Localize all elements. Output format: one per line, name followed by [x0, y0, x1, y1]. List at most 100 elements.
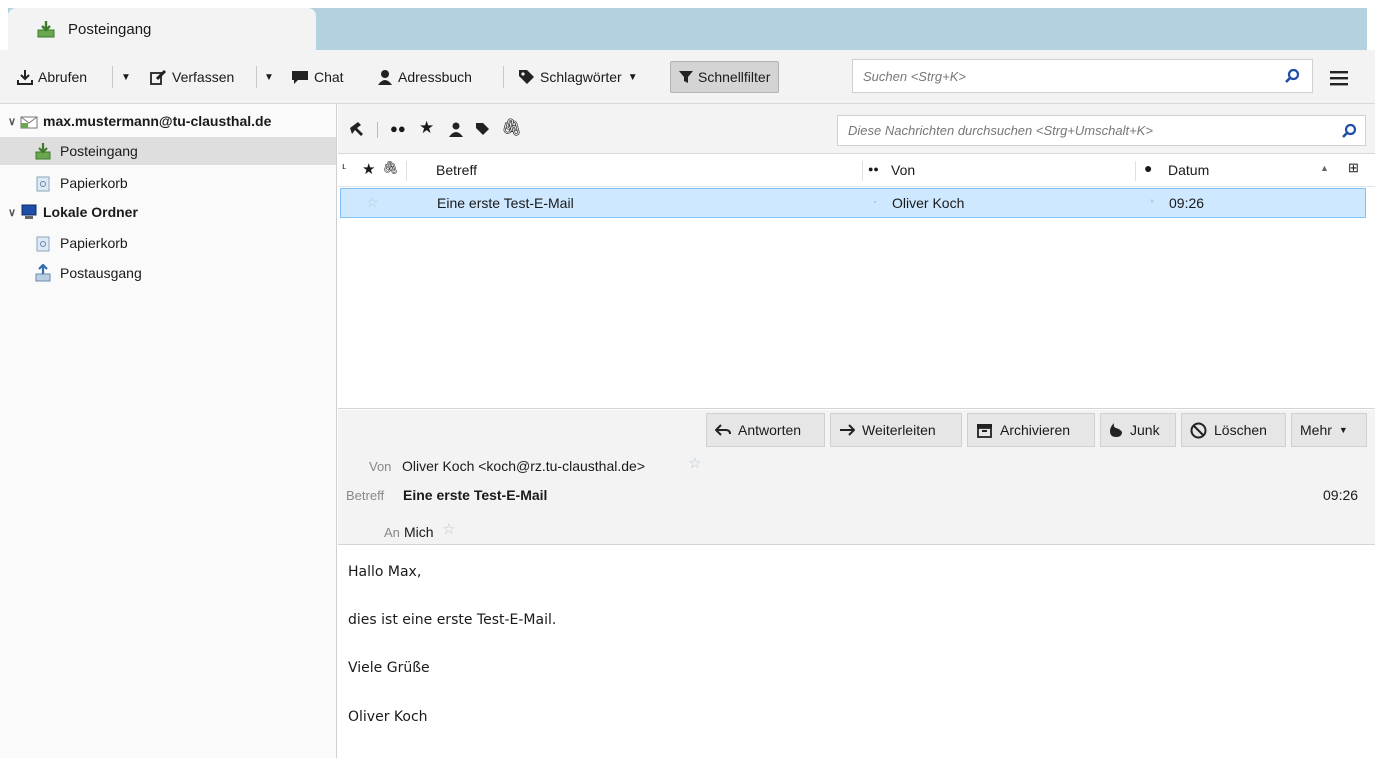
tab-label: Posteingang	[68, 20, 152, 38]
folder-local[interactable]: ∨ Lokale Ordner	[6, 198, 336, 226]
tab-inbox[interactable]: Posteingang	[8, 8, 316, 50]
more-button[interactable]: Mehr ▼	[1291, 413, 1367, 447]
folder-label: Papierkorb	[60, 235, 128, 251]
pencil-note-icon	[150, 69, 167, 85]
filter-divider	[377, 122, 378, 138]
chat-button[interactable]: Chat	[291, 63, 344, 91]
body-line: dies ist eine erste Test-E-Mail.	[348, 612, 557, 628]
forward-arrow-icon	[840, 424, 855, 436]
attachment-column-icon[interactable]: 🖇	[382, 160, 399, 176]
reply-label: Antworten	[738, 422, 802, 438]
folder-account[interactable]: ∨ max.mustermann@tu-clausthal.de	[6, 107, 336, 135]
quick-filter-label: Schnellfilter	[698, 69, 771, 85]
reply-button[interactable]: Antworten	[706, 413, 825, 447]
more-label: Mehr	[1300, 422, 1332, 438]
message-date: 09:26	[1169, 195, 1205, 211]
app-menu-button[interactable]	[1329, 64, 1354, 92]
folder-trash-local[interactable]: Papierkorb	[0, 229, 336, 257]
read-dot-icon[interactable]: ·	[873, 194, 877, 208]
subject-value: Eine erste Test-E-Mail	[403, 487, 548, 503]
archive-box-icon	[977, 423, 992, 438]
chat-bubble-icon	[292, 71, 308, 84]
inbox-download-icon	[37, 21, 55, 38]
thread-column-icon[interactable]: ᒻ	[342, 162, 347, 176]
folder-label: Postausgang	[60, 265, 142, 281]
trash-icon	[36, 176, 50, 192]
local-folders-computer-icon	[21, 204, 37, 219]
tags-button[interactable]: Schlagwörter ▼	[518, 63, 638, 91]
subject-label: Betreff	[346, 488, 385, 503]
column-divider	[862, 161, 863, 181]
chevron-down-icon: ▼	[121, 71, 131, 83]
person-filter-icon[interactable]	[449, 122, 463, 138]
forward-label: Weiterleiten	[862, 422, 936, 438]
compose-button[interactable]: Verfassen	[150, 63, 234, 91]
quick-filter-button[interactable]: Schnellfilter	[670, 61, 780, 93]
forward-button[interactable]: Weiterleiten	[830, 413, 962, 447]
get-messages-dropdown[interactable]: ▼	[121, 63, 131, 91]
junk-button[interactable]: Junk	[1100, 413, 1176, 447]
add-contact-star-icon[interactable]: ☆	[688, 454, 701, 472]
folder-trash-account[interactable]: Papierkorb	[0, 169, 336, 197]
filter-funnel-icon	[679, 71, 693, 83]
column-picker-icon[interactable]: ⊞	[1348, 160, 1359, 176]
archive-label: Archivieren	[1000, 422, 1071, 438]
contact-person-icon	[378, 70, 392, 85]
column-divider	[1135, 161, 1136, 181]
collapse-arrow-icon[interactable]: ∨	[6, 206, 18, 219]
junk-status-icon[interactable]: ◔	[1147, 194, 1155, 209]
delete-button[interactable]: Löschen	[1181, 413, 1286, 447]
folder-outbox[interactable]: Postausgang	[0, 259, 336, 287]
search-icon[interactable]	[1284, 68, 1300, 84]
search-icon[interactable]	[1341, 123, 1357, 139]
chat-label: Chat	[314, 69, 344, 85]
from-column-header[interactable]: Von	[891, 162, 915, 178]
contact-filter-icon[interactable]: ●●	[390, 121, 406, 136]
star-filter-icon[interactable]: ★	[419, 118, 434, 138]
chevron-down-icon: ▼	[627, 71, 638, 83]
tags-label: Schlagwörter	[540, 69, 622, 85]
body-line: Oliver Koch	[348, 709, 428, 725]
compose-dropdown[interactable]: ▼	[264, 63, 274, 91]
message-list-empty-area	[338, 218, 1375, 409]
to-value[interactable]: Mich	[404, 524, 434, 540]
add-contact-star-icon[interactable]: ☆	[442, 520, 455, 538]
address-book-button[interactable]: Adressbuch	[377, 63, 472, 91]
star-toggle-icon[interactable]: ☆	[366, 194, 379, 211]
date-column-header[interactable]: Datum	[1168, 162, 1209, 178]
sticky-pin-icon[interactable]	[348, 120, 370, 138]
get-messages-button[interactable]: Abrufen	[17, 63, 87, 91]
reply-arrow-icon	[715, 424, 731, 436]
folder-label: Papierkorb	[60, 175, 128, 191]
delete-label: Löschen	[1214, 422, 1267, 438]
tag-filter-icon[interactable]	[475, 122, 490, 137]
message-filter-input[interactable]	[838, 116, 1328, 145]
sort-ascending-icon[interactable]: ▲	[1320, 163, 1329, 173]
subject-column-header[interactable]: Betreff	[436, 162, 477, 178]
global-search-input[interactable]	[853, 60, 1273, 92]
download-icon	[17, 70, 33, 85]
global-search-box	[852, 59, 1313, 93]
message-from: Oliver Koch	[892, 195, 965, 211]
tag-icon	[519, 70, 534, 84]
account-label: max.mustermann@tu-clausthal.de	[43, 113, 272, 129]
folder-inbox[interactable]: Posteingang	[0, 137, 336, 165]
outbox-upload-icon	[35, 264, 51, 282]
star-column-icon[interactable]: ★	[362, 160, 375, 178]
folder-label: Posteingang	[60, 143, 138, 159]
attachment-filter-icon[interactable]: 🖇	[501, 118, 523, 138]
inbox-download-icon	[35, 143, 51, 160]
junk-fire-icon	[1110, 423, 1122, 437]
message-filter-search-box	[837, 115, 1366, 146]
junk-column-icon[interactable]: ●	[1144, 160, 1152, 176]
read-status-column-icon[interactable]: ●●	[868, 164, 879, 174]
message-subject: Eine erste Test-E-Mail	[437, 195, 574, 211]
collapse-arrow-icon[interactable]: ∨	[6, 115, 18, 128]
mail-account-icon	[20, 116, 38, 129]
table-row[interactable]: ☆ Eine erste Test-E-Mail · Oliver Koch ◔…	[340, 188, 1366, 218]
toolbar-divider	[503, 66, 504, 88]
archive-button[interactable]: Archivieren	[967, 413, 1095, 447]
message-body: Hallo Max, dies ist eine erste Test-E-Ma…	[338, 546, 1375, 758]
from-value[interactable]: Oliver Koch <koch@rz.tu-clausthal.de>	[402, 458, 645, 474]
message-time: 09:26	[1323, 487, 1359, 503]
